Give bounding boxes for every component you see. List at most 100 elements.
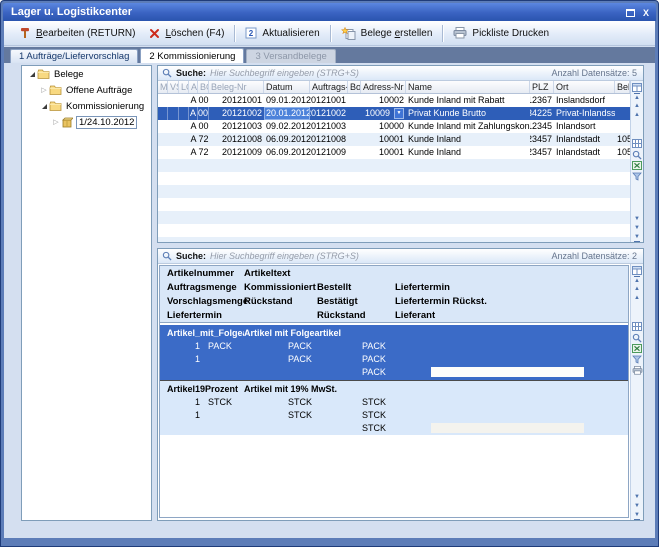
record-input-field[interactable]	[431, 367, 584, 377]
column-header-bel[interactable]: Bel	[615, 81, 630, 93]
cell-m[interactable]	[158, 107, 168, 120]
cell-bg[interactable]: 00	[198, 94, 209, 107]
cell-bel[interactable]: 105	[615, 146, 630, 159]
delete-button[interactable]: Löschen (F4)	[142, 26, 231, 41]
edit-button[interactable]: Bearbeiten (RETURN)	[12, 25, 142, 41]
table-view-icon[interactable]	[632, 321, 642, 332]
page-down-icon[interactable]: ▼	[634, 502, 640, 511]
cell-m[interactable]	[158, 133, 168, 146]
cell-plz[interactable]: 34225	[530, 107, 554, 120]
cell-box[interactable]	[348, 94, 361, 107]
record-input-field[interactable]	[431, 423, 584, 433]
title-bar[interactable]: Lager u. Logistikcenter X	[3, 3, 656, 21]
cell-bel[interactable]	[615, 94, 630, 107]
cell-vs[interactable]	[168, 94, 179, 107]
table-row[interactable]: A722012100806.09.20122012100810001Kunde …	[158, 133, 630, 146]
cell-adress[interactable]: 10002	[361, 94, 406, 107]
cell-box[interactable]	[348, 146, 361, 159]
cell-bel[interactable]: 105	[615, 133, 630, 146]
scroll-to-top-icon[interactable]: ▲	[634, 93, 640, 102]
tab-auftraege-liefervorschlag[interactable]: 1 Aufträge/Liefervorschlag	[10, 49, 138, 63]
cell-beleg[interactable]: 20121009	[209, 146, 264, 159]
cell-bg[interactable]: 72	[198, 133, 209, 146]
cell-auftrag[interactable]: 20121002	[310, 107, 348, 120]
cell-plz[interactable]: 23457	[530, 133, 554, 146]
column-chooser-icon[interactable]	[632, 265, 642, 276]
cell-plz[interactable]: 12367	[530, 94, 554, 107]
cell-ort[interactable]: Inlandstadt	[554, 133, 615, 146]
cell-lo[interactable]	[179, 133, 189, 146]
cell-m[interactable]	[158, 94, 168, 107]
cell-lo[interactable]	[179, 146, 189, 159]
cell-box[interactable]	[348, 133, 361, 146]
cell-vs[interactable]	[168, 107, 179, 120]
create-documents-button[interactable]: Belege erstellen	[334, 25, 440, 42]
collapse-arrow-icon[interactable]	[39, 104, 49, 109]
cell-bel[interactable]	[615, 107, 630, 120]
zoom-icon[interactable]	[632, 332, 642, 343]
cell-lo[interactable]	[179, 94, 189, 107]
cell-vs[interactable]	[168, 120, 179, 133]
cell-datum[interactable]: 09.02.2012	[264, 120, 310, 133]
cell-m[interactable]	[158, 146, 168, 159]
collapse-arrow-icon[interactable]	[27, 72, 37, 77]
zoom-icon[interactable]	[632, 149, 642, 160]
positions-search-input[interactable]: Hier Suchbegriff eingeben (STRG+S)	[210, 251, 547, 261]
cell-vs[interactable]	[168, 133, 179, 146]
cell-lo[interactable]	[179, 120, 189, 133]
column-header-adress[interactable]: Adress-Nr	[361, 81, 406, 93]
cell-lo[interactable]	[179, 107, 189, 120]
print-picklist-button[interactable]: Pickliste Drucken	[446, 25, 556, 41]
cell-datum[interactable]: 06.09.2012	[264, 133, 310, 146]
cell-box[interactable]	[348, 120, 361, 133]
cell-a[interactable]: A	[189, 120, 198, 133]
cell-bel[interactable]	[615, 120, 630, 133]
cell-datum[interactable]: 09.01.2012	[264, 94, 310, 107]
cell-adress[interactable]: 10000	[361, 120, 406, 133]
page-down-icon[interactable]: ▼	[634, 224, 640, 233]
cell-name[interactable]: Privat Kunde Brutto	[406, 107, 530, 120]
cell-name[interactable]: Kunde Inland	[406, 146, 530, 159]
cell-adress[interactable]: 10009▼	[361, 107, 406, 120]
column-header-ort[interactable]: Ort	[554, 81, 615, 93]
filter-icon[interactable]	[632, 354, 642, 365]
scroll-to-bottom-icon[interactable]: ▼	[634, 233, 640, 242]
table-row[interactable]: A002012100109.01.20122012100110002Kunde …	[158, 94, 630, 107]
cell-beleg[interactable]: 20121003	[209, 120, 264, 133]
position-record-artikel-mit-folgeartikel[interactable]: Artikel_mit_FolgeartikelArtikel mit Folg…	[160, 325, 628, 380]
cell-beleg[interactable]: 20121001	[209, 94, 264, 107]
table-row[interactable]: A002012100309.02.20122012100310000Kunde …	[158, 120, 630, 133]
dropdown-button[interactable]: ▼	[394, 108, 404, 119]
cell-ort[interactable]: Inlandstadt	[554, 146, 615, 159]
row-down-icon[interactable]: ▼	[634, 215, 640, 224]
cell-datum[interactable]: 20.01.2012	[264, 107, 310, 120]
cell-name[interactable]: Kunde Inland mit Rabatt	[406, 94, 530, 107]
cell-auftrag[interactable]: 20121001	[310, 94, 348, 107]
page-up-icon[interactable]: ▲	[634, 102, 640, 111]
column-header-vs[interactable]: VS	[168, 81, 179, 93]
cell-bg[interactable]: 00	[198, 120, 209, 133]
cell-auftrag[interactable]: 20121003	[310, 120, 348, 133]
cell-m[interactable]	[158, 120, 168, 133]
column-header-m[interactable]: M	[158, 81, 168, 93]
cell-a[interactable]: A	[189, 133, 198, 146]
cell-bg[interactable]: 72	[198, 146, 209, 159]
cell-a[interactable]: A	[189, 107, 198, 120]
cell-adress[interactable]: 10001	[361, 146, 406, 159]
cell-auftrag[interactable]: 20121009	[310, 146, 348, 159]
cell-bg[interactable]: 00	[198, 107, 209, 120]
column-header-beleg[interactable]: Beleg-Nr	[209, 81, 264, 93]
cell-name[interactable]: Kunde Inland	[406, 133, 530, 146]
scroll-to-bottom-icon[interactable]: ▼	[634, 511, 640, 520]
table-row[interactable]: A002012100220.01.20122012100210009▼Priva…	[158, 107, 630, 120]
cell-ort[interactable]: Inslandsdorf	[554, 94, 615, 107]
column-header-name[interactable]: Name	[406, 81, 530, 93]
orders-search-bar[interactable]: Suche: Hier Suchbegriff eingeben (STRG+S…	[158, 66, 643, 81]
column-header-auftrag[interactable]: Auftrags-Nr.	[310, 81, 348, 93]
column-header-box[interactable]: Box	[348, 81, 361, 93]
close-window-icon[interactable]: X	[643, 8, 649, 18]
cell-beleg[interactable]: 20121002	[209, 107, 264, 120]
column-header-lo[interactable]: LO	[179, 81, 189, 93]
cell-auftrag[interactable]: 20121008	[310, 133, 348, 146]
cell-plz[interactable]: 23457	[530, 146, 554, 159]
